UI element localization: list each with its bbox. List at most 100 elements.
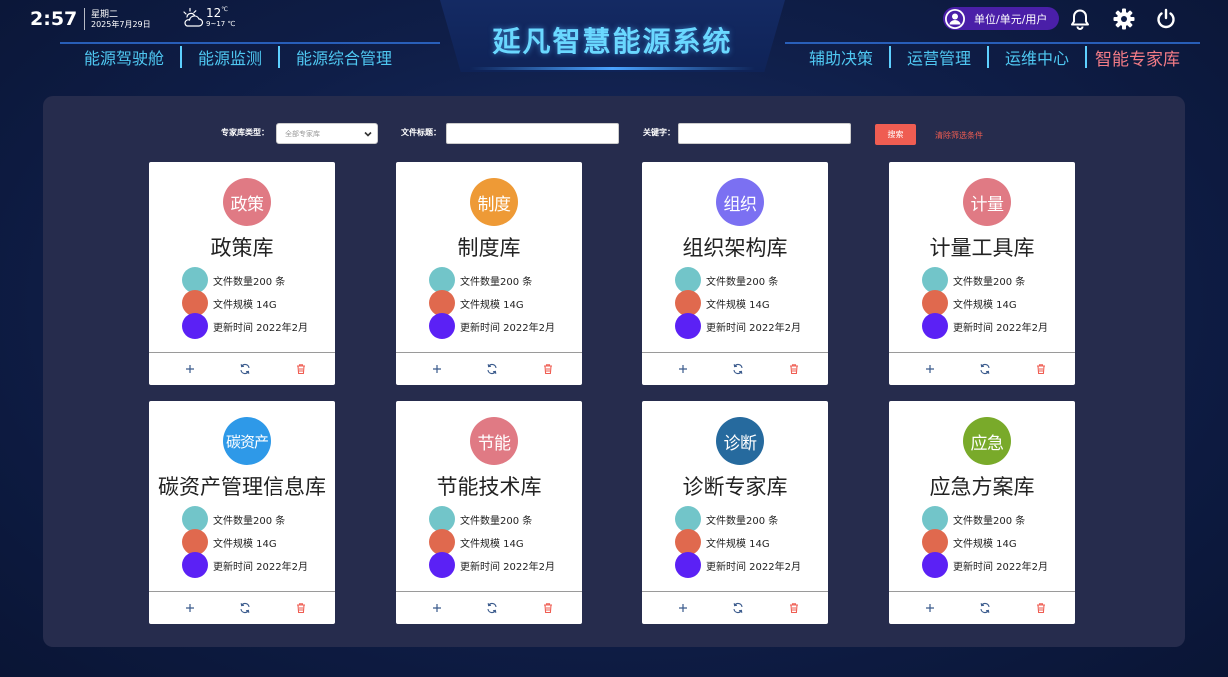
- file-count-text: 文件数量200 条: [706, 276, 779, 288]
- library-title: 节能技术库: [436, 475, 542, 499]
- stat-updated: 更新时间 2022年2月: [429, 552, 555, 578]
- card-divider: [396, 591, 582, 592]
- refresh-icon[interactable]: [238, 362, 252, 376]
- gear-icon[interactable]: [1113, 8, 1135, 30]
- plus-icon[interactable]: [676, 601, 690, 615]
- library-badge: 碳资产: [223, 417, 271, 465]
- updated-text: 更新时间 2022年2月: [460, 322, 555, 334]
- nav-item-maintenance[interactable]: 运维中心: [1005, 45, 1069, 69]
- temperature-unit: ℃: [221, 6, 229, 13]
- search-button[interactable]: 搜索: [875, 124, 916, 145]
- stat-updated: 更新时间 2022年2月: [675, 552, 801, 578]
- plus-icon[interactable]: [923, 362, 937, 376]
- nav-item-energy-monitoring[interactable]: 能源监测: [198, 45, 262, 69]
- library-badge: 节能: [470, 417, 518, 465]
- updated-icon: [922, 552, 948, 578]
- library-card[interactable]: 碳资产 碳资产管理信息库 文件数量200 条 文件规模 14G 更新时间 202…: [149, 401, 335, 624]
- library-badge: 应急: [963, 417, 1011, 465]
- updated-icon: [922, 313, 948, 339]
- app-title: 延凡智慧能源系统: [492, 25, 733, 58]
- refresh-icon[interactable]: [485, 362, 499, 376]
- stat-updated: 更新时间 2022年2月: [922, 552, 1048, 578]
- plus-icon[interactable]: [183, 362, 197, 376]
- card-divider: [889, 591, 1075, 592]
- nav-item-energy-cockpit[interactable]: 能源驾驶舱: [84, 45, 164, 69]
- power-icon[interactable]: [1155, 8, 1177, 30]
- card-divider: [642, 591, 828, 592]
- card-divider: [642, 352, 828, 353]
- trash-icon[interactable]: [541, 362, 555, 376]
- library-title: 制度库: [457, 236, 521, 260]
- keyword-input[interactable]: [678, 123, 851, 144]
- library-card[interactable]: 节能 节能技术库 文件数量200 条 文件规模 14G 更新时间 2022年2月: [396, 401, 582, 624]
- trash-icon[interactable]: [1034, 601, 1048, 615]
- library-card[interactable]: 制度 制度库 文件数量200 条 文件规模 14G 更新时间 2022年2月: [396, 162, 582, 385]
- library-title: 应急方案库: [929, 475, 1035, 499]
- card-divider: [396, 352, 582, 353]
- user-label: 单位/单元/用户: [974, 12, 1048, 26]
- updated-text: 更新时间 2022年2月: [706, 322, 801, 334]
- refresh-icon[interactable]: [731, 362, 745, 376]
- clear-filters-link[interactable]: 清除筛选条件: [935, 130, 983, 141]
- library-title: 政策库: [210, 236, 274, 260]
- library-card[interactable]: 政策 政策库 文件数量200 条 文件规模 14G 更新时间 2022年2月: [149, 162, 335, 385]
- refresh-icon[interactable]: [485, 601, 499, 615]
- trash-icon[interactable]: [787, 601, 801, 615]
- nav-separator: [889, 46, 892, 68]
- library-card[interactable]: 诊断 诊断专家库 文件数量200 条 文件规模 14G 更新时间 2022年2月: [642, 401, 828, 624]
- file-count-text: 文件数量200 条: [953, 515, 1026, 527]
- plus-icon[interactable]: [430, 601, 444, 615]
- chevron-down-icon: [364, 131, 372, 137]
- file-size-text: 文件规模 14G: [706, 299, 770, 311]
- keyword-label: 关键字：: [643, 128, 675, 137]
- trash-icon[interactable]: [541, 601, 555, 615]
- file-title-input[interactable]: [446, 123, 619, 144]
- user-menu[interactable]: 单位/单元/用户: [943, 7, 1059, 30]
- refresh-icon[interactable]: [978, 601, 992, 615]
- trash-icon[interactable]: [787, 362, 801, 376]
- date-divider: [84, 8, 85, 30]
- plus-icon[interactable]: [430, 362, 444, 376]
- library-card[interactable]: 组织 组织架构库 文件数量200 条 文件规模 14G 更新时间 2022年2月: [642, 162, 828, 385]
- stat-updated: 更新时间 2022年2月: [922, 313, 1048, 339]
- nav-separator: [1085, 46, 1088, 68]
- nav-separator: [278, 46, 281, 68]
- updated-text: 更新时间 2022年2月: [460, 561, 555, 573]
- nav-item-energy-management[interactable]: 能源综合管理: [296, 45, 392, 69]
- library-card[interactable]: 应急 应急方案库 文件数量200 条 文件规模 14G 更新时间 2022年2月: [889, 401, 1075, 624]
- nav-separator: [987, 46, 990, 68]
- file-count-text: 文件数量200 条: [213, 515, 286, 527]
- stat-updated: 更新时间 2022年2月: [429, 313, 555, 339]
- file-size-text: 文件规模 14G: [706, 538, 770, 550]
- file-size-text: 文件规模 14G: [213, 538, 277, 550]
- nav-item-expert-library[interactable]: 智能专家库: [1095, 45, 1180, 70]
- plus-icon[interactable]: [183, 601, 197, 615]
- title-glow: [470, 67, 755, 70]
- file-size-text: 文件规模 14G: [460, 299, 524, 311]
- nav-item-operations[interactable]: 运营管理: [907, 45, 971, 69]
- file-count-text: 文件数量200 条: [460, 276, 533, 288]
- library-type-select[interactable]: 全部专家库: [276, 123, 378, 144]
- plus-icon[interactable]: [923, 601, 937, 615]
- file-count-text: 文件数量200 条: [213, 276, 286, 288]
- library-title: 组织架构库: [682, 236, 788, 260]
- library-type-value: 全部专家库: [285, 129, 320, 138]
- temperature-range: 9~17 ℃: [206, 20, 236, 28]
- plus-icon[interactable]: [676, 362, 690, 376]
- refresh-icon[interactable]: [978, 362, 992, 376]
- updated-text: 更新时间 2022年2月: [213, 322, 308, 334]
- refresh-icon[interactable]: [731, 601, 745, 615]
- stat-updated: 更新时间 2022年2月: [182, 313, 308, 339]
- temperature: 12℃: [206, 6, 229, 20]
- nav-item-decision-support[interactable]: 辅助决策: [809, 45, 873, 69]
- trash-icon[interactable]: [1034, 362, 1048, 376]
- updated-icon: [675, 552, 701, 578]
- refresh-icon[interactable]: [238, 601, 252, 615]
- trash-icon[interactable]: [294, 601, 308, 615]
- bell-icon[interactable]: [1069, 8, 1091, 30]
- library-card[interactable]: 计量 计量工具库 文件数量200 条 文件规模 14G 更新时间 2022年2月: [889, 162, 1075, 385]
- updated-icon: [429, 552, 455, 578]
- trash-icon[interactable]: [294, 362, 308, 376]
- library-badge: 诊断: [716, 417, 764, 465]
- nav-separator: [180, 46, 183, 68]
